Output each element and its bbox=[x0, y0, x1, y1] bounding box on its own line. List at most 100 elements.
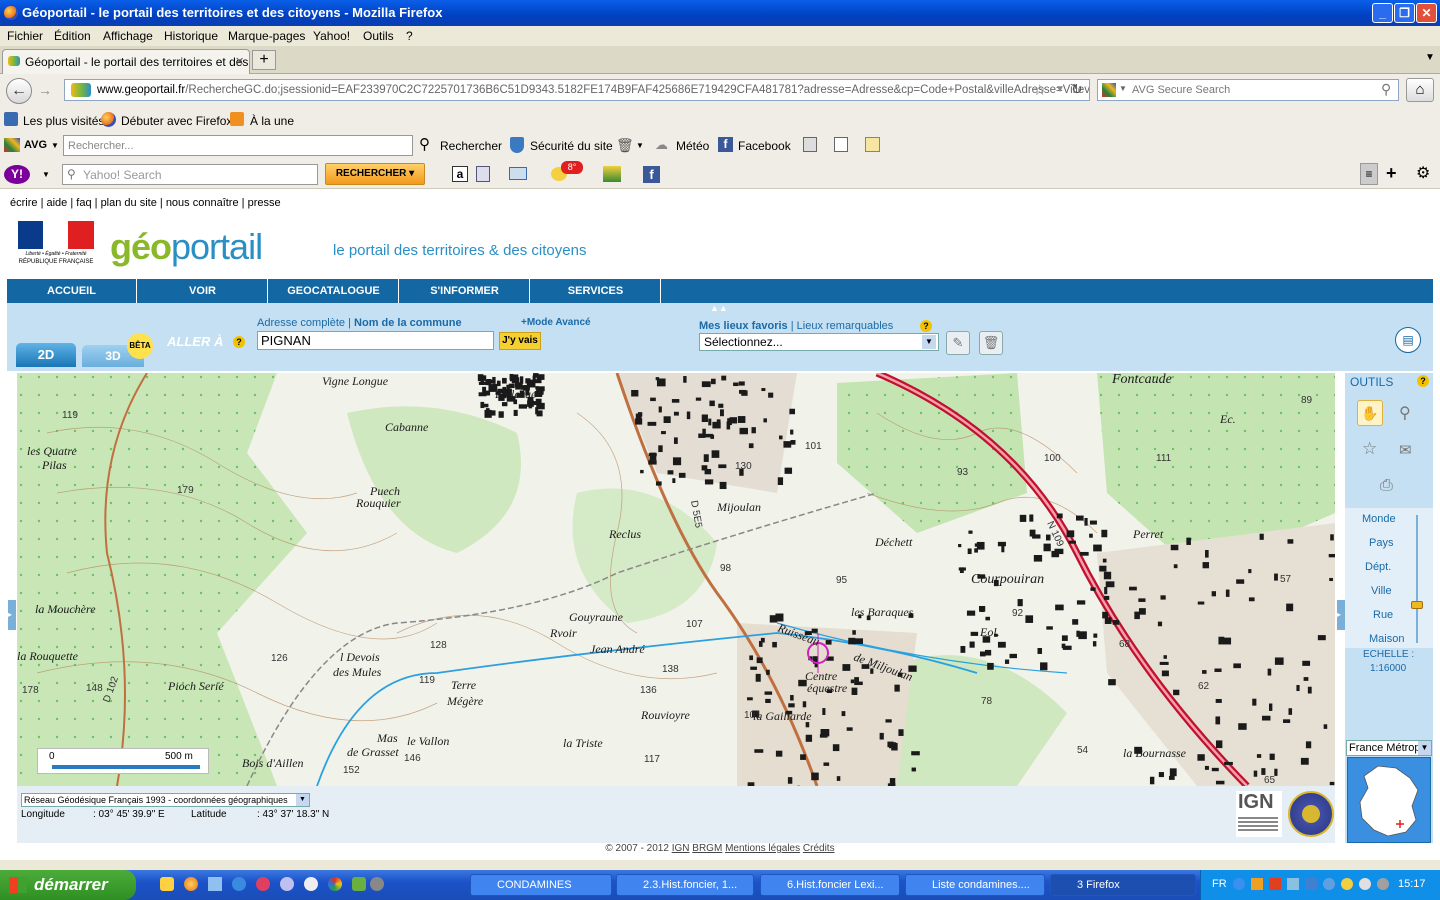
tray-avg-icon[interactable] bbox=[1269, 878, 1281, 890]
mail-icon[interactable] bbox=[509, 167, 527, 180]
zoom-box-icon[interactable]: ⚲ bbox=[1399, 403, 1411, 423]
yahoo-search-button[interactable]: RECHERCHER ▾ bbox=[325, 163, 425, 185]
zoom-rue[interactable]: Rue bbox=[1373, 609, 1393, 621]
tab-list-icon[interactable]: ▼ bbox=[1425, 52, 1435, 63]
search-engine-box[interactable]: ▼ AVG Secure Search ⚲ bbox=[1097, 79, 1399, 101]
tab-close-icon[interactable]: ✕ bbox=[235, 55, 244, 68]
avg-site-security[interactable]: Sécurité du site bbox=[530, 139, 613, 153]
tools-help-icon[interactable]: ? bbox=[1417, 375, 1429, 387]
link-nom-commune[interactable]: Nom de la commune bbox=[354, 317, 462, 329]
ql-network-icon[interactable] bbox=[352, 877, 366, 891]
menu-historique[interactable]: Historique bbox=[164, 29, 218, 43]
avg-label[interactable]: AVG bbox=[24, 139, 47, 151]
link-plan-du-site[interactable]: plan du site bbox=[101, 197, 157, 209]
mode-avance-link[interactable]: +Mode Avancé bbox=[521, 317, 591, 328]
crs-select[interactable]: Réseau Géodésique Français 1993 - coordo… bbox=[21, 793, 310, 807]
bookmark-most-visited[interactable]: Les plus visités bbox=[23, 114, 104, 128]
republique-francaise-logo[interactable]: Liberté • Égalité • Fraternité RÉPUBLIQU… bbox=[16, 221, 96, 269]
folder-icon[interactable]: ✉ bbox=[1399, 441, 1412, 459]
zoom-monde[interactable]: Monde bbox=[1362, 513, 1396, 525]
region-select[interactable]: France Métrop ▼ bbox=[1346, 740, 1432, 756]
map-viewer[interactable]: Vigne Longue Bellevue Fontcaude Cabanne les … bbox=[17, 373, 1335, 786]
ql-play-icon[interactable] bbox=[304, 877, 318, 891]
tray-network-icon[interactable] bbox=[1287, 878, 1299, 890]
task-liste-condamines[interactable]: Liste condamines.... bbox=[905, 874, 1045, 896]
tray-update-icon[interactable] bbox=[1359, 878, 1371, 890]
folder-search-icon[interactable] bbox=[865, 137, 880, 152]
tab-2d[interactable]: 2D bbox=[16, 343, 76, 367]
tab-geoportail[interactable]: Géoportail - le portail des territoires … bbox=[2, 49, 250, 74]
nav-accueil[interactable]: ACCUEIL bbox=[7, 279, 137, 303]
back-button[interactable]: ← bbox=[6, 78, 32, 104]
topographic-map[interactable]: Vigne Longue Bellevue Fontcaude Cabanne les … bbox=[17, 373, 1335, 786]
pin-icon[interactable]: ✎ bbox=[946, 331, 970, 355]
go-button[interactable]: J'y vais bbox=[499, 332, 541, 350]
chevron-down-icon[interactable]: ▼ bbox=[1418, 741, 1431, 755]
url-bar[interactable]: www.geoportail.fr/RechercheGC.do;jsessio… bbox=[64, 79, 1090, 101]
footer-link-legal[interactable]: Mentions légales bbox=[725, 843, 800, 854]
avg-search-input[interactable]: Rechercher... bbox=[63, 135, 413, 156]
menu-affichage[interactable]: Affichage bbox=[103, 29, 153, 43]
link-adresse-complete[interactable]: Adresse complète bbox=[257, 317, 345, 329]
yahoo-search-input[interactable]: ⚲ Yahoo! Search bbox=[62, 164, 318, 185]
url-dropdown-icon[interactable]: ▼ bbox=[1055, 84, 1065, 95]
zoom-slider-handle[interactable] bbox=[1411, 601, 1423, 609]
link-ecrire[interactable]: écrire bbox=[10, 197, 38, 209]
map-left-expand-icon[interactable]: ▸ bbox=[8, 600, 16, 630]
task-hist-foncier-1[interactable]: 2.3.Hist.foncier, 1... bbox=[616, 874, 754, 896]
ql-desktop-icon[interactable] bbox=[208, 877, 222, 891]
link-aide[interactable]: aide bbox=[47, 197, 68, 209]
notepad-icon[interactable] bbox=[834, 137, 848, 152]
panel-toggle-icon[interactable]: ▤ bbox=[1395, 327, 1421, 353]
link-mes-lieux-favoris[interactable]: Mes lieux favoris bbox=[699, 320, 788, 332]
link-nous-connaitre[interactable]: nous connaître bbox=[166, 197, 239, 209]
print-icon[interactable]: ⎙ bbox=[1380, 477, 1393, 495]
amazon-icon[interactable]: a bbox=[452, 166, 468, 182]
add-icon[interactable]: + bbox=[1386, 163, 1397, 184]
tray-app-icon[interactable] bbox=[1251, 878, 1263, 890]
brgm-seal-logo[interactable] bbox=[1288, 791, 1334, 837]
settings-gear-icon[interactable]: ⚙ bbox=[1416, 163, 1430, 183]
bookmark-getting-started[interactable]: Débuter avec Firefox bbox=[121, 114, 232, 128]
geoportail-logo[interactable]: géoportail bbox=[110, 226, 263, 268]
language-indicator[interactable]: FR bbox=[1212, 878, 1227, 890]
yahoo-dropdown-icon[interactable]: ▼ bbox=[42, 170, 50, 179]
calculator-icon[interactable] bbox=[803, 137, 817, 152]
footer-link-brgm[interactable]: BRGM bbox=[692, 843, 722, 854]
close-button[interactable]: ✕ bbox=[1416, 3, 1437, 23]
zoom-dept[interactable]: Dépt. bbox=[1365, 561, 1391, 573]
tray-volume-icon[interactable] bbox=[1341, 878, 1353, 890]
task-firefox-group[interactable]: 3 Firefox bbox=[1050, 874, 1196, 896]
minimize-button[interactable]: _ bbox=[1372, 3, 1393, 23]
ql-ie-icon[interactable] bbox=[232, 877, 246, 891]
ql-player-icon[interactable] bbox=[280, 877, 294, 891]
avg-weather[interactable]: Météo bbox=[676, 139, 709, 153]
star-icon[interactable]: ☆ bbox=[1362, 439, 1377, 459]
link-lieux-remarquables[interactable]: Lieux remarquables bbox=[797, 320, 894, 332]
flickr-icon[interactable] bbox=[603, 166, 621, 182]
avg-search-button[interactable]: Rechercher bbox=[440, 139, 502, 153]
yahoo-logo-icon[interactable]: Y! bbox=[4, 165, 30, 184]
search-magnifier-icon[interactable]: ⚲ bbox=[1381, 81, 1391, 98]
pan-hand-icon[interactable]: ✋ bbox=[1357, 400, 1383, 426]
avg-dropdown-icon[interactable]: ▼ bbox=[51, 141, 59, 150]
zoom-maison[interactable]: Maison bbox=[1369, 633, 1404, 645]
nav-geocatalogue[interactable]: GEOCATALOGUE bbox=[269, 279, 399, 303]
menu-yahoo[interactable]: Yahoo! bbox=[313, 29, 350, 43]
chevron-down-icon[interactable]: ▼ bbox=[922, 335, 936, 349]
ql-tool-icon[interactable] bbox=[370, 877, 384, 891]
footer-link-ign[interactable]: IGN bbox=[672, 843, 690, 854]
ql-media-icon[interactable] bbox=[256, 877, 270, 891]
trash-dropdown-icon[interactable]: ▼ bbox=[636, 141, 644, 150]
tray-back-icon[interactable] bbox=[1233, 878, 1245, 890]
list-icon[interactable]: ≡ bbox=[1360, 163, 1378, 185]
ign-logo[interactable]: IGN bbox=[1236, 791, 1282, 837]
bookmark-star-icon[interactable]: ☆ bbox=[1033, 81, 1046, 99]
reload-icon[interactable]: ↻ bbox=[1071, 81, 1083, 98]
tray-misc-icon[interactable] bbox=[1377, 878, 1389, 890]
menu-fichier[interactable]: Fichier bbox=[7, 29, 43, 43]
zoom-pays[interactable]: Pays bbox=[1369, 537, 1393, 549]
menu-marque-pages[interactable]: Marque-pages bbox=[228, 29, 305, 43]
forward-button[interactable]: → bbox=[38, 82, 52, 98]
menu-help[interactable]: ? bbox=[406, 29, 413, 43]
